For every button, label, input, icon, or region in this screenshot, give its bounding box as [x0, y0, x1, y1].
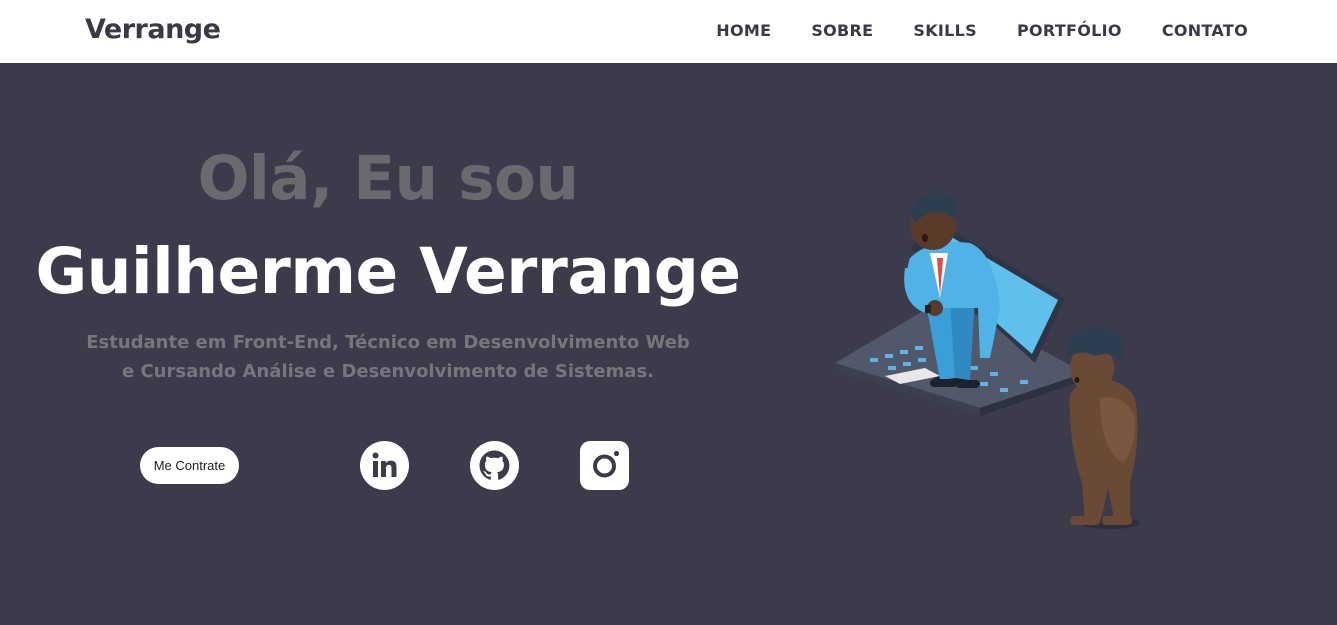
instagram-link[interactable]	[580, 441, 629, 490]
hero-subtitle: Estudante em Front-End, Técnico em Desen…	[0, 328, 776, 386]
navbar: Verrange HOME SOBRE SKILLS PORTFÓLIO CON…	[0, 0, 1337, 63]
main-nav: HOME SOBRE SKILLS PORTFÓLIO CONTATO	[716, 21, 1248, 40]
github-link[interactable]	[470, 441, 519, 490]
linkedin-link[interactable]	[360, 441, 409, 490]
hero-section: Olá, Eu sou Guilherme Verrange Estudante…	[0, 63, 1337, 625]
nav-item-home[interactable]: HOME	[716, 21, 771, 40]
nav-item-portfolio[interactable]: PORTFÓLIO	[1017, 21, 1122, 40]
linkedin-icon	[360, 441, 409, 490]
github-icon	[470, 441, 519, 490]
hero-subtitle-line-2: e Cursando Análise e Desenvolvimento de …	[121, 361, 654, 382]
site-logo[interactable]: Verrange	[85, 14, 221, 45]
nav-item-skills[interactable]: SKILLS	[913, 21, 977, 40]
hero-subtitle-line-1: Estudante em Front-End, Técnico em Desen…	[86, 332, 690, 353]
hero-illustration	[835, 193, 1140, 529]
nav-item-sobre[interactable]: SOBRE	[811, 21, 873, 40]
hero-greeting: Olá, Eu sou	[197, 143, 579, 214]
hero-name: Guilherme Verrange	[35, 235, 741, 308]
hire-me-button[interactable]: Me Contrate	[140, 447, 239, 484]
instagram-icon	[580, 441, 629, 490]
nav-item-contato[interactable]: CONTATO	[1162, 21, 1248, 40]
